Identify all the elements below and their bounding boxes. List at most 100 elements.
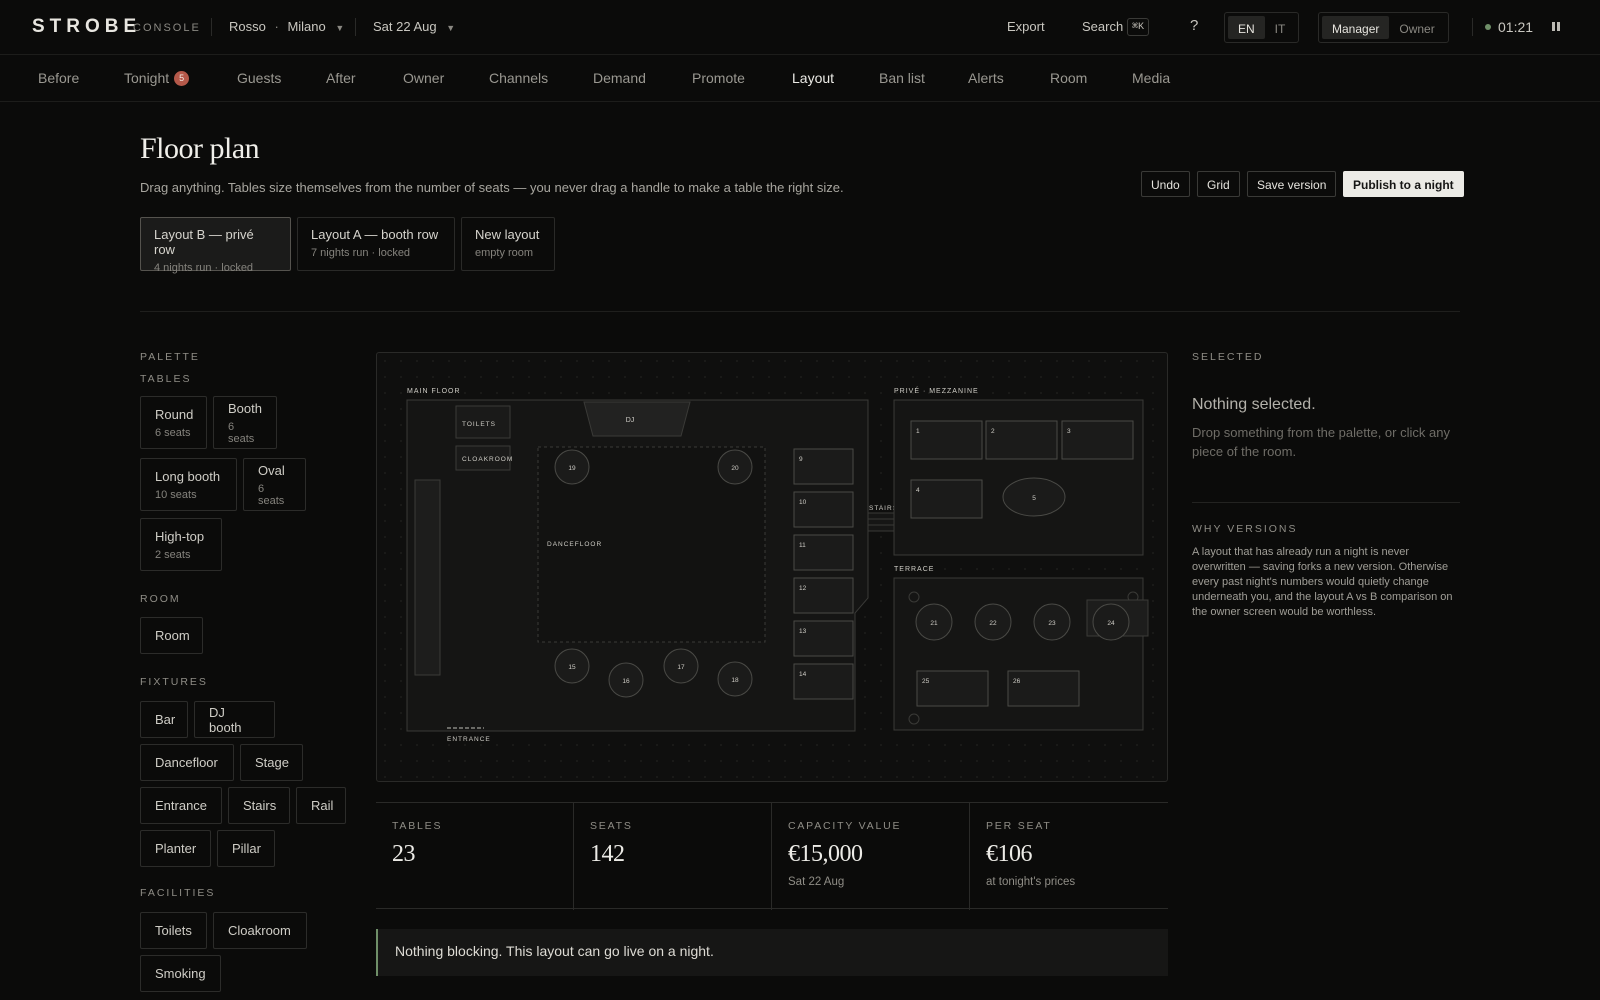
table-11[interactable]: 11: [793, 534, 854, 571]
table-number: 3: [1067, 428, 1071, 435]
table-number: 13: [799, 628, 807, 635]
table-24[interactable]: 24: [1092, 603, 1130, 641]
tab-before[interactable]: Before: [38, 70, 79, 86]
palette-rail[interactable]: Rail: [296, 787, 346, 824]
cloakroom-label: CLOAKROOM: [462, 456, 513, 463]
table-26[interactable]: 26: [1007, 670, 1080, 707]
palette-stage[interactable]: Stage: [240, 744, 303, 781]
brand-subtitle: CONSOLE: [133, 22, 201, 34]
tab-room[interactable]: Room: [1050, 70, 1087, 86]
palette-dj-booth[interactable]: DJ booth: [194, 701, 275, 738]
palette-smoking[interactable]: Smoking: [140, 955, 221, 992]
divider: [1192, 502, 1460, 503]
tab-promote[interactable]: Promote: [692, 70, 745, 86]
table-number: 19: [568, 465, 576, 472]
tab-demand[interactable]: Demand: [593, 70, 646, 86]
undo-button[interactable]: Undo: [1141, 171, 1190, 197]
lang-it[interactable]: IT: [1265, 16, 1296, 39]
stat-label: CAPACITY VALUE: [788, 820, 902, 832]
table-16[interactable]: 16: [608, 662, 644, 698]
stairs[interactable]: [867, 512, 895, 532]
chip-label: High-top: [155, 528, 205, 544]
tab-media[interactable]: Media: [1132, 70, 1170, 86]
table-15[interactable]: 15: [554, 648, 590, 684]
layout-tab-new[interactable]: New layout empty room: [461, 217, 555, 271]
stat-label: TABLES: [392, 820, 443, 832]
pause-icon[interactable]: [1552, 22, 1560, 31]
table-9[interactable]: 9: [793, 448, 854, 485]
layout-meta: 4 nights run · locked: [154, 262, 254, 274]
layout-tab-b[interactable]: Layout B — privé row 4 nights run · lock…: [140, 217, 291, 274]
table-5[interactable]: 5: [1002, 477, 1066, 517]
palette-planter[interactable]: Planter: [140, 830, 211, 867]
layout-tab-a[interactable]: Layout A — booth row 7 nights run · lock…: [297, 217, 455, 271]
table-4[interactable]: 4: [910, 479, 983, 519]
bar[interactable]: [414, 479, 441, 676]
table-21[interactable]: 21: [915, 603, 953, 641]
palette-round-table[interactable]: Round 6 seats: [140, 396, 207, 449]
table-19[interactable]: 19: [554, 449, 590, 485]
table-18[interactable]: 18: [717, 661, 753, 697]
help-icon[interactable]: ?: [1190, 17, 1198, 34]
table-3[interactable]: 3: [1061, 420, 1134, 460]
table-17[interactable]: 17: [663, 648, 699, 684]
palette-room[interactable]: Room: [140, 617, 203, 654]
role-owner[interactable]: Owner: [1389, 16, 1444, 39]
table-10[interactable]: 10: [793, 491, 854, 528]
venue-selector[interactable]: Rosso · Milano ▼: [229, 19, 344, 34]
palette-booth[interactable]: Booth 6 seats: [213, 396, 277, 449]
table-20[interactable]: 20: [717, 449, 753, 485]
main-floor-label: MAIN FLOOR: [407, 388, 461, 395]
table-25[interactable]: 25: [916, 670, 989, 707]
table-13[interactable]: 13: [793, 620, 854, 657]
table-number: 20: [731, 465, 739, 472]
role-manager[interactable]: Manager: [1322, 16, 1390, 39]
why-versions-heading: WHY VERSIONS: [1192, 523, 1298, 535]
search-button[interactable]: Search: [1082, 19, 1123, 34]
floor-plan-canvas[interactable]: MAIN FLOOR TOILETS CLOAKROOM DJ DANCEFLO…: [376, 352, 1168, 782]
palette-bar[interactable]: Bar: [140, 701, 188, 738]
date-selector[interactable]: Sat 22 Aug ▼: [373, 19, 455, 34]
chip-label: Stairs: [243, 798, 277, 813]
lang-en[interactable]: EN: [1228, 16, 1265, 39]
palette-high-top[interactable]: High-top 2 seats: [140, 518, 222, 571]
table-23[interactable]: 23: [1033, 603, 1071, 641]
brand-logo[interactable]: STROBE: [32, 16, 141, 38]
palette-entrance[interactable]: Entrance: [140, 787, 222, 824]
tab-owner[interactable]: Owner: [403, 70, 444, 86]
table-number: 14: [799, 671, 807, 678]
tab-channels[interactable]: Channels: [489, 70, 548, 86]
table-1[interactable]: 1: [910, 420, 983, 460]
table-22[interactable]: 22: [974, 603, 1012, 641]
palette-stairs[interactable]: Stairs: [228, 787, 290, 824]
tab-tonight[interactable]: Tonight 5: [124, 70, 190, 86]
stat-value: €15,000: [788, 841, 863, 867]
dj-booth[interactable]: [583, 401, 691, 437]
tab-layout[interactable]: Layout: [792, 70, 834, 86]
save-version-button[interactable]: Save version: [1247, 171, 1337, 197]
palette-long-booth[interactable]: Long booth 10 seats: [140, 458, 237, 511]
section-divider: [140, 311, 1460, 312]
palette-pillar[interactable]: Pillar: [217, 830, 275, 867]
tab-alerts[interactable]: Alerts: [968, 70, 1004, 86]
export-button[interactable]: Export: [1007, 19, 1045, 34]
palette-oval[interactable]: Oval 6 seats: [243, 458, 306, 511]
tab-ban-list[interactable]: Ban list: [879, 70, 925, 86]
stat-label: SEATS: [590, 820, 633, 832]
palette-toilets[interactable]: Toilets: [140, 912, 207, 949]
table-number: 26: [1013, 678, 1021, 685]
venue-city: Milano: [287, 19, 326, 34]
table-12[interactable]: 12: [793, 577, 854, 614]
tab-after[interactable]: After: [326, 70, 356, 86]
entrance-label: ENTRANCE: [447, 736, 491, 743]
table-2[interactable]: 2: [985, 420, 1058, 460]
palette-dancefloor[interactable]: Dancefloor: [140, 744, 234, 781]
fixtures-heading: FIXTURES: [140, 676, 208, 688]
palette-cloakroom[interactable]: Cloakroom: [213, 912, 307, 949]
divider: [355, 18, 356, 36]
publish-button[interactable]: Publish to a night: [1343, 171, 1464, 197]
table-14[interactable]: 14: [793, 663, 854, 700]
grid-button[interactable]: Grid: [1197, 171, 1240, 197]
tab-guests[interactable]: Guests: [237, 70, 281, 86]
stat-value: 142: [590, 841, 625, 867]
